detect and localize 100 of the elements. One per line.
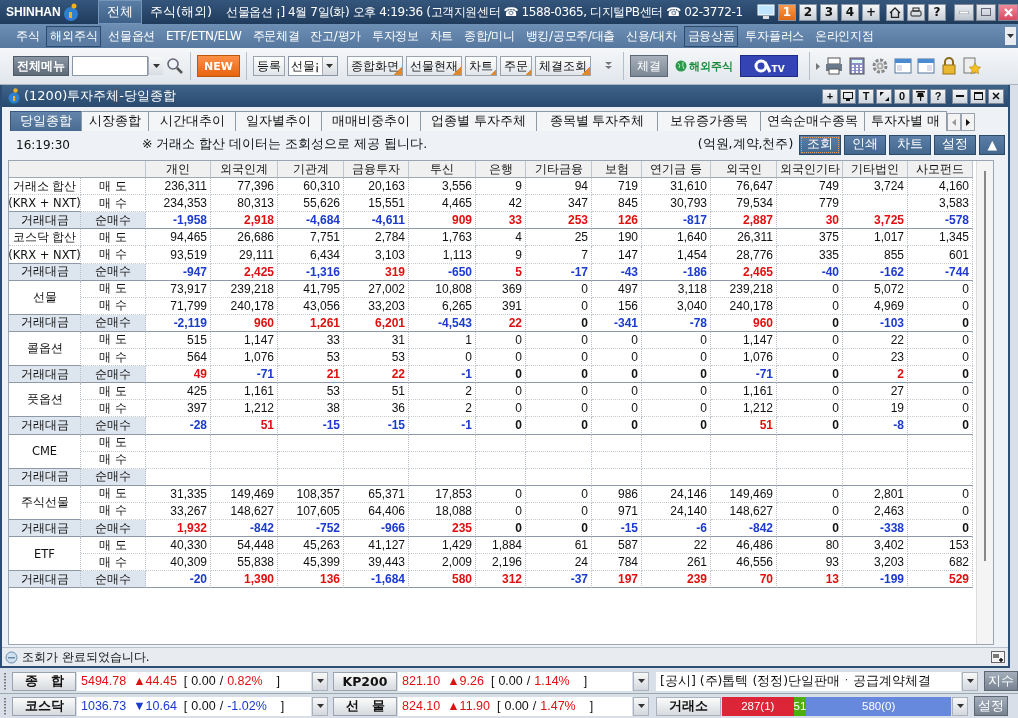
table-cell: 0 [476, 502, 526, 520]
menu-item[interactable]: 뱅킹/공모주/대출 [521, 25, 620, 47]
table-cell: 312 [476, 571, 526, 589]
table-cell: 39,443 [344, 554, 409, 572]
shortcut-button[interactable]: 주문 [499, 56, 532, 76]
menu-item[interactable]: 온라인지점 [810, 25, 878, 47]
all-menu-button[interactable]: 전체메뉴 [13, 56, 69, 76]
table-cell: 0 [476, 519, 526, 538]
menu-item[interactable]: 투자플러스 [741, 25, 808, 47]
market-label[interactable]: 거래소 [656, 696, 721, 716]
table-cell: 15,551 [344, 195, 409, 213]
window-tool-button[interactable]: + [822, 88, 838, 104]
table-cell: 17,853 [409, 485, 476, 503]
menu-item[interactable]: 종합/미니 [460, 25, 519, 47]
menu-item[interactable]: 잔고/평가 [306, 25, 365, 47]
table-cell: 0 [526, 417, 592, 435]
tab[interactable]: 일자별추이 [235, 111, 322, 131]
menu-item[interactable]: 금융상품 [683, 25, 739, 47]
table-cell: 319 [344, 263, 409, 281]
tab[interactable]: 매매비중추이 [321, 111, 421, 131]
table-cell: 0 [592, 383, 642, 401]
action-button[interactable]: ▲ [979, 134, 1005, 155]
table-cell: 0 [777, 502, 843, 520]
shortcut-button[interactable]: 체결조회 [534, 56, 591, 76]
tv-button[interactable]: TV [739, 55, 798, 77]
tab[interactable]: 시간대추이 [148, 111, 236, 131]
base-value: 0.00 [504, 699, 529, 713]
table-cell: 26,311 [711, 229, 777, 247]
screen-button[interactable]: 2 [799, 3, 817, 21]
menu-item[interactable]: 투자정보 [367, 25, 423, 47]
top-tab[interactable]: 전체 [98, 0, 142, 24]
tab[interactable]: 연속순매수종목 [760, 111, 865, 131]
index-name[interactable]: 코스닥 [12, 696, 76, 716]
tab[interactable]: 시장종합 [81, 111, 149, 131]
screen-combo-field[interactable]: 선물¡ [287, 56, 338, 76]
table-cell: -650 [409, 263, 476, 281]
table-cell: -43 [592, 263, 642, 281]
menu-item[interactable]: 주문체결 [248, 25, 304, 47]
action-button[interactable]: 설정 [934, 134, 977, 155]
index-name[interactable]: 선 물 [333, 696, 397, 716]
action-button[interactable]: 차트 [889, 134, 932, 155]
table-cell: 30,793 [642, 195, 711, 213]
tab[interactable]: 보유증가종목 [657, 111, 761, 131]
shortcut-button[interactable]: 종합화면 [346, 56, 403, 76]
table-cell: -842 [711, 519, 777, 538]
table-cell: 22 [642, 537, 711, 555]
bracket-text: [ [496, 699, 501, 713]
overseas-stock-link[interactable]: 해외주식 [670, 58, 737, 74]
help-button[interactable]: ? [928, 3, 946, 21]
window-tool-button[interactable]: 0 [894, 88, 910, 104]
table-cell: 3,103 [344, 246, 409, 264]
tab[interactable]: 당일종합 [10, 111, 82, 131]
bracket-text: ] [276, 674, 281, 688]
table-cell: 46,556 [711, 554, 777, 572]
tab[interactable]: 종목별 투자주체 [536, 111, 658, 131]
table-cell: 1,161 [711, 383, 777, 401]
table-cell: 70 [711, 571, 777, 589]
index-value: 1036.73 [81, 699, 127, 713]
menu-item[interactable]: ETF/ETN/ELW [162, 27, 246, 45]
menu-item[interactable]: 주식 [12, 25, 44, 47]
table-cell: 335 [777, 246, 843, 264]
table-cell: 0 [908, 349, 973, 367]
shortcut-button[interactable]: 차트 [464, 56, 497, 76]
table-cell: 347 [526, 195, 592, 213]
row-label: 순매수 [81, 212, 146, 230]
register-button[interactable]: 등록 [252, 56, 285, 76]
table-cell: 71,799 [146, 297, 211, 315]
window-tool-button[interactable]: T [858, 88, 874, 104]
table-cell: 1,884 [476, 537, 526, 555]
window-tool-button[interactable]: ? [930, 88, 946, 104]
menu-item[interactable]: 차트 [425, 25, 458, 47]
index-name[interactable]: 종 합 [12, 671, 76, 691]
index-value: 5494.78 [81, 674, 127, 688]
menu-item[interactable]: 신용/대차 [622, 25, 681, 47]
table-cell: 93,519 [146, 246, 211, 264]
table-cell: -20 [146, 571, 211, 589]
index-name[interactable]: KP200 [333, 671, 397, 691]
index-change: ▲11.90 [447, 699, 490, 713]
menu-item[interactable]: 해외주식 [46, 25, 102, 47]
table-cell: 0 [476, 400, 526, 418]
screen-button[interactable]: + [862, 3, 880, 21]
column-header: 외국인 [711, 161, 777, 179]
shortcut-button[interactable]: 선물현재 [405, 56, 462, 76]
news-ticker[interactable]: [공시] (주)톱텍 (정정)단일판매ㆍ공급계약체결 [656, 671, 961, 691]
table-cell: 9 [476, 178, 526, 196]
table-cell: 21 [278, 366, 344, 384]
top-tab[interactable]: 주식(해외) [142, 1, 221, 23]
table-cell: -37 [526, 571, 592, 589]
table-cell: 2,887 [711, 212, 777, 230]
table-cell: 0 [642, 349, 711, 367]
action-button[interactable]: 인쇄 [844, 134, 887, 155]
tab[interactable]: 업종별 투자주체 [420, 111, 537, 131]
action-button[interactable]: 조회 [799, 134, 842, 155]
table-cell: 26,686 [211, 229, 278, 247]
menu-item[interactable]: 선물옵션 [104, 25, 160, 47]
screen-button[interactable]: 3 [820, 3, 838, 21]
table-cell: -78 [642, 314, 711, 332]
table-cell: 24 [526, 554, 592, 572]
screen-button[interactable]: 4 [841, 3, 859, 21]
tab[interactable]: 투자자별 매 [864, 111, 947, 131]
